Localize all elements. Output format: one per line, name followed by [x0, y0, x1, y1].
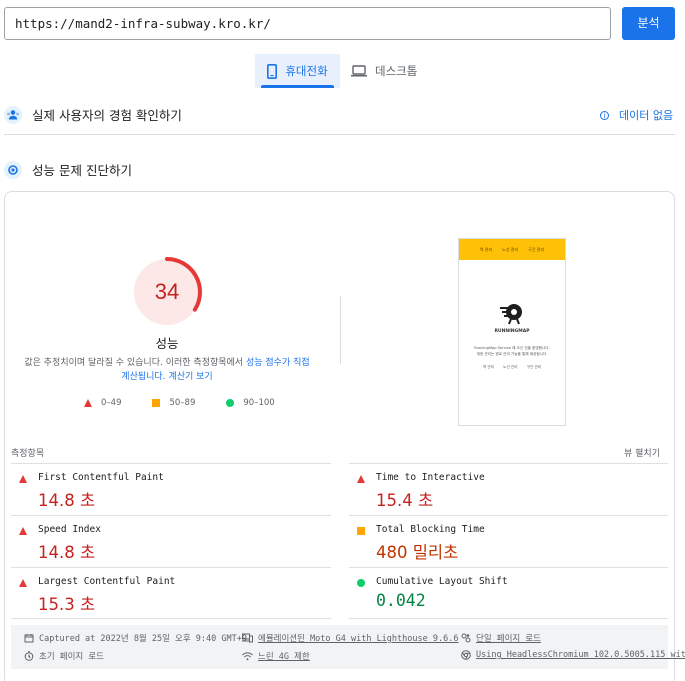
session-icon [461, 633, 471, 643]
circle-icon [226, 399, 235, 407]
wifi-icon [242, 651, 253, 660]
metrics-title: 측정항목 [11, 449, 45, 459]
divider [340, 296, 341, 364]
thumb-links: 역 관리 노선 관리 구간 관리 [459, 365, 565, 370]
tab-desktop[interactable]: 데스크톱 [340, 54, 428, 88]
triangle-icon [84, 399, 92, 407]
field-data-title: 실제 사용자의 경험 확인하기 [32, 108, 182, 123]
square-icon [152, 399, 161, 407]
metric-value: 14.8 초 [38, 543, 96, 562]
timer-icon [24, 651, 34, 661]
divider [4, 134, 675, 135]
url-input[interactable] [4, 7, 611, 40]
score-legend: 0–49 50–89 90–100 [84, 398, 306, 408]
metric-value: 480 밀리초 [376, 543, 459, 562]
legend-good: 90–100 [226, 398, 275, 408]
thumb-nav-item: 노선 관리 [502, 246, 519, 252]
network-info: 느린 4G 제한 [242, 650, 310, 662]
legend-average: 50–89 [152, 398, 195, 408]
thumb-link: 노선 관리 [503, 365, 518, 369]
no-data-link[interactable]: i 데이터 없음 [600, 107, 673, 123]
legend-poor-label: 0–49 [101, 398, 122, 408]
metric-value: 15.3 초 [38, 595, 96, 614]
legend-good-label: 90–100 [243, 398, 275, 408]
poor-triangle-icon [357, 475, 365, 483]
metric-name: Total Blocking Time [376, 524, 485, 535]
score-description: 값은 추정치이며 달라질 수 있습니다. 이러한 측정항목에서 성능 점수가 직… [22, 356, 312, 384]
info-icon: i [600, 110, 609, 120]
thumb-nav: 역 관리 노선 관리 구간 관리 [459, 239, 565, 260]
page-screenshot: 역 관리 노선 관리 구간 관리 RUNNINGMAP RunningMap S… [458, 238, 566, 426]
network-text[interactable]: 느린 4G 제한 [258, 650, 310, 662]
thumb-text: RunningMap Service 에 오신 것을 환영합니다. 계정 관리는… [459, 345, 565, 357]
desc-prefix: 값은 추정치이며 달라질 수 있습니다. 이러한 측정항목에서 [24, 358, 244, 368]
tab-mobile-label: 휴대전화 [285, 64, 328, 78]
captured-info: Captured at 2022년 8월 25일 오후 9:40 GMT+9 [24, 632, 247, 644]
device-text[interactable]: 에뮬레이션된 Moto G4 with Lighthouse 9.6.6 [258, 632, 458, 644]
device-tabs: 휴대전화 데스크톱 [255, 54, 428, 88]
divider [349, 618, 668, 619]
metric-cls: Cumulative Layout Shift 0.042 [349, 568, 649, 618]
diagnostics-icon [4, 160, 22, 179]
laptop-icon [351, 65, 367, 77]
thumb-brand: RUNNINGMAP [494, 329, 530, 334]
thumb-link: 역 관리 [482, 365, 494, 369]
divider [11, 618, 331, 619]
performance-label: 성능 [155, 336, 179, 351]
thumb-nav-item: 역 관리 [479, 246, 493, 252]
devices-icon [242, 633, 253, 643]
load-info: 초기 페이지 로드 [24, 650, 104, 662]
metric-name: Speed Index [38, 524, 101, 535]
metric-tbt: Total Blocking Time 480 밀리초 [349, 516, 649, 566]
smartphone-icon [267, 63, 278, 79]
metric-name: Time to Interactive [376, 472, 485, 483]
session-text[interactable]: 단일 페이지 로드 [476, 632, 541, 644]
browser-text[interactable]: Using HeadlessChromium 102.0.5005.115 wi… [476, 650, 685, 660]
users-icon [4, 105, 22, 124]
lab-data-title: 성능 문제 진단하기 [32, 163, 132, 178]
browser-info: Using HeadlessChromium 102.0.5005.115 wi… [461, 650, 685, 660]
no-data-label: 데이터 없음 [619, 109, 674, 122]
metric-name: Cumulative Layout Shift [376, 576, 508, 587]
analyze-button[interactable]: 분석 [622, 7, 675, 40]
calculator-link[interactable]: 계산기 보기 [168, 372, 212, 382]
field-data-header: 실제 사용자의 경험 확인하기 [4, 105, 182, 124]
metric-value: 14.8 초 [38, 491, 96, 510]
metric-lcp: Largest Contentful Paint 15.3 초 [11, 568, 311, 618]
thumb-nav-item: 구간 관리 [528, 246, 545, 252]
metric-name: Largest Contentful Paint [38, 576, 176, 587]
device-info: 에뮬레이션된 Moto G4 with Lighthouse 9.6.6 [242, 632, 458, 644]
metric-si: Speed Index 14.8 초 [11, 516, 311, 566]
average-square-icon [357, 527, 365, 535]
tab-mobile[interactable]: 휴대전화 [255, 54, 340, 88]
metric-value: 0.042 [376, 591, 426, 610]
captured-text: Captured at 2022년 8월 25일 오후 9:40 GMT+9 [39, 634, 247, 644]
good-circle-icon [357, 579, 365, 587]
lab-data-header: 성능 문제 진단하기 [4, 160, 132, 179]
poor-triangle-icon [19, 475, 27, 483]
metric-fcp: First Contentful Paint 14.8 초 [11, 464, 311, 514]
poor-triangle-icon [19, 579, 27, 587]
metric-value: 15.4 초 [376, 491, 434, 510]
load-text: 초기 페이지 로드 [39, 652, 104, 662]
expand-view-button[interactable]: 뷰 펼치기 [624, 446, 660, 459]
tab-desktop-label: 데스크톱 [375, 64, 418, 78]
thumb-link: 구간 관리 [526, 365, 542, 369]
metric-name: First Contentful Paint [38, 472, 164, 483]
thumb-text-line: 계정 관리는 경로 관리 기능을 통해 제공됩니다. [476, 352, 548, 356]
legend-average-label: 50–89 [169, 398, 196, 408]
runner-logo-icon [459, 301, 565, 329]
metric-tti: Time to Interactive 15.4 초 [349, 464, 649, 514]
performance-score: 34 [154, 279, 180, 304]
calendar-icon [24, 634, 34, 643]
poor-triangle-icon [19, 527, 27, 535]
session-info: 단일 페이지 로드 [461, 632, 541, 644]
legend-poor: 0–49 [84, 398, 121, 408]
chrome-icon [461, 650, 471, 660]
